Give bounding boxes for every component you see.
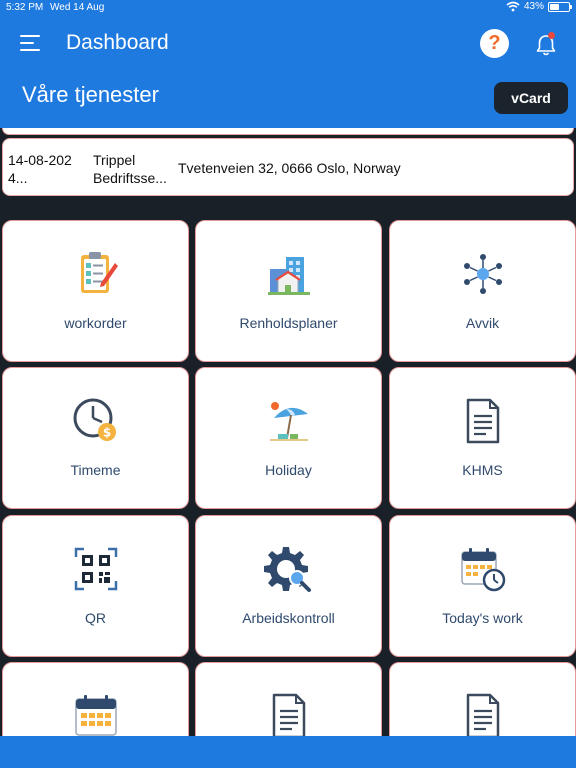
document-icon — [458, 396, 508, 446]
network-icon — [458, 249, 508, 299]
service-tile-label: Arbeidskontroll — [242, 610, 335, 626]
notifications-button[interactable] — [534, 32, 558, 58]
service-tile[interactable]: KHMS — [389, 367, 576, 509]
buildings-icon — [264, 249, 314, 299]
status-time: 5:32 PM — [6, 2, 44, 13]
status-bar: 5:32 PM Wed 14 Aug 43% — [0, 0, 576, 16]
info-date: 14-08-202 4... — [8, 152, 72, 186]
service-tile-label: Renholdsplaner — [239, 315, 338, 331]
status-right: 43% — [506, 1, 572, 12]
menu-button[interactable] — [20, 34, 40, 52]
service-tile-label: QR — [85, 610, 106, 626]
document-icon — [264, 691, 314, 741]
calendar-icon — [71, 691, 121, 741]
service-tile[interactable]: Today's work — [389, 515, 576, 657]
status-date: Wed 14 Aug — [50, 2, 105, 13]
info-card[interactable]: 14-08-202 4... Trippel Bedriftsse... Tve… — [2, 138, 574, 196]
service-tile-label: Today's work — [442, 610, 523, 626]
service-tile[interactable]: Avvik — [389, 220, 576, 362]
service-tile[interactable]: $ Timeme — [2, 367, 189, 509]
info-card-edge — [2, 128, 574, 135]
bottom-bar — [0, 736, 576, 768]
beach-umbrella-icon — [264, 396, 314, 446]
app-bar: Dashboard ? Våre tjenester vCard — [0, 16, 576, 128]
menu-line-icon — [20, 49, 40, 51]
service-tile[interactable]: Arbeidskontroll — [195, 515, 382, 657]
service-tile[interactable]: QR — [2, 515, 189, 657]
battery-icon — [548, 1, 572, 12]
page-title: Dashboard — [66, 31, 169, 54]
notification-badge — [548, 32, 555, 39]
clock-money-icon: $ — [71, 396, 121, 446]
menu-line-icon — [20, 35, 40, 37]
service-tile-label: Avvik — [465, 315, 500, 331]
qr-code-icon — [71, 544, 121, 594]
info-company: Trippel Bedriftsse... — [93, 152, 167, 186]
service-tile-label: Holiday — [265, 462, 312, 478]
service-tile-label: KHMS — [462, 462, 503, 478]
battery-percent: 43% — [523, 1, 544, 12]
wifi-icon — [506, 1, 520, 12]
service-tile[interactable]: workorder — [2, 220, 189, 362]
vcard-button[interactable]: vCard — [494, 82, 568, 114]
service-tile-label: workorder — [64, 315, 127, 331]
battery-fill — [550, 3, 559, 10]
service-tile[interactable]: Renholdsplaner — [195, 220, 382, 362]
gear-search-icon — [263, 544, 314, 594]
service-tile-label: Timeme — [70, 462, 121, 478]
service-tile[interactable]: Holiday — [195, 367, 382, 509]
info-address: Tvetenveien 32, 0666 Oslo, Norway — [178, 160, 401, 176]
clipboard-checklist-icon — [71, 249, 121, 299]
document-icon — [458, 691, 508, 741]
calendar-clock-icon — [458, 544, 508, 594]
help-button[interactable]: ? — [480, 29, 509, 58]
section-title: Våre tjenester — [22, 82, 159, 107]
menu-line-icon — [20, 42, 34, 44]
svg-text:$: $ — [102, 426, 110, 440]
